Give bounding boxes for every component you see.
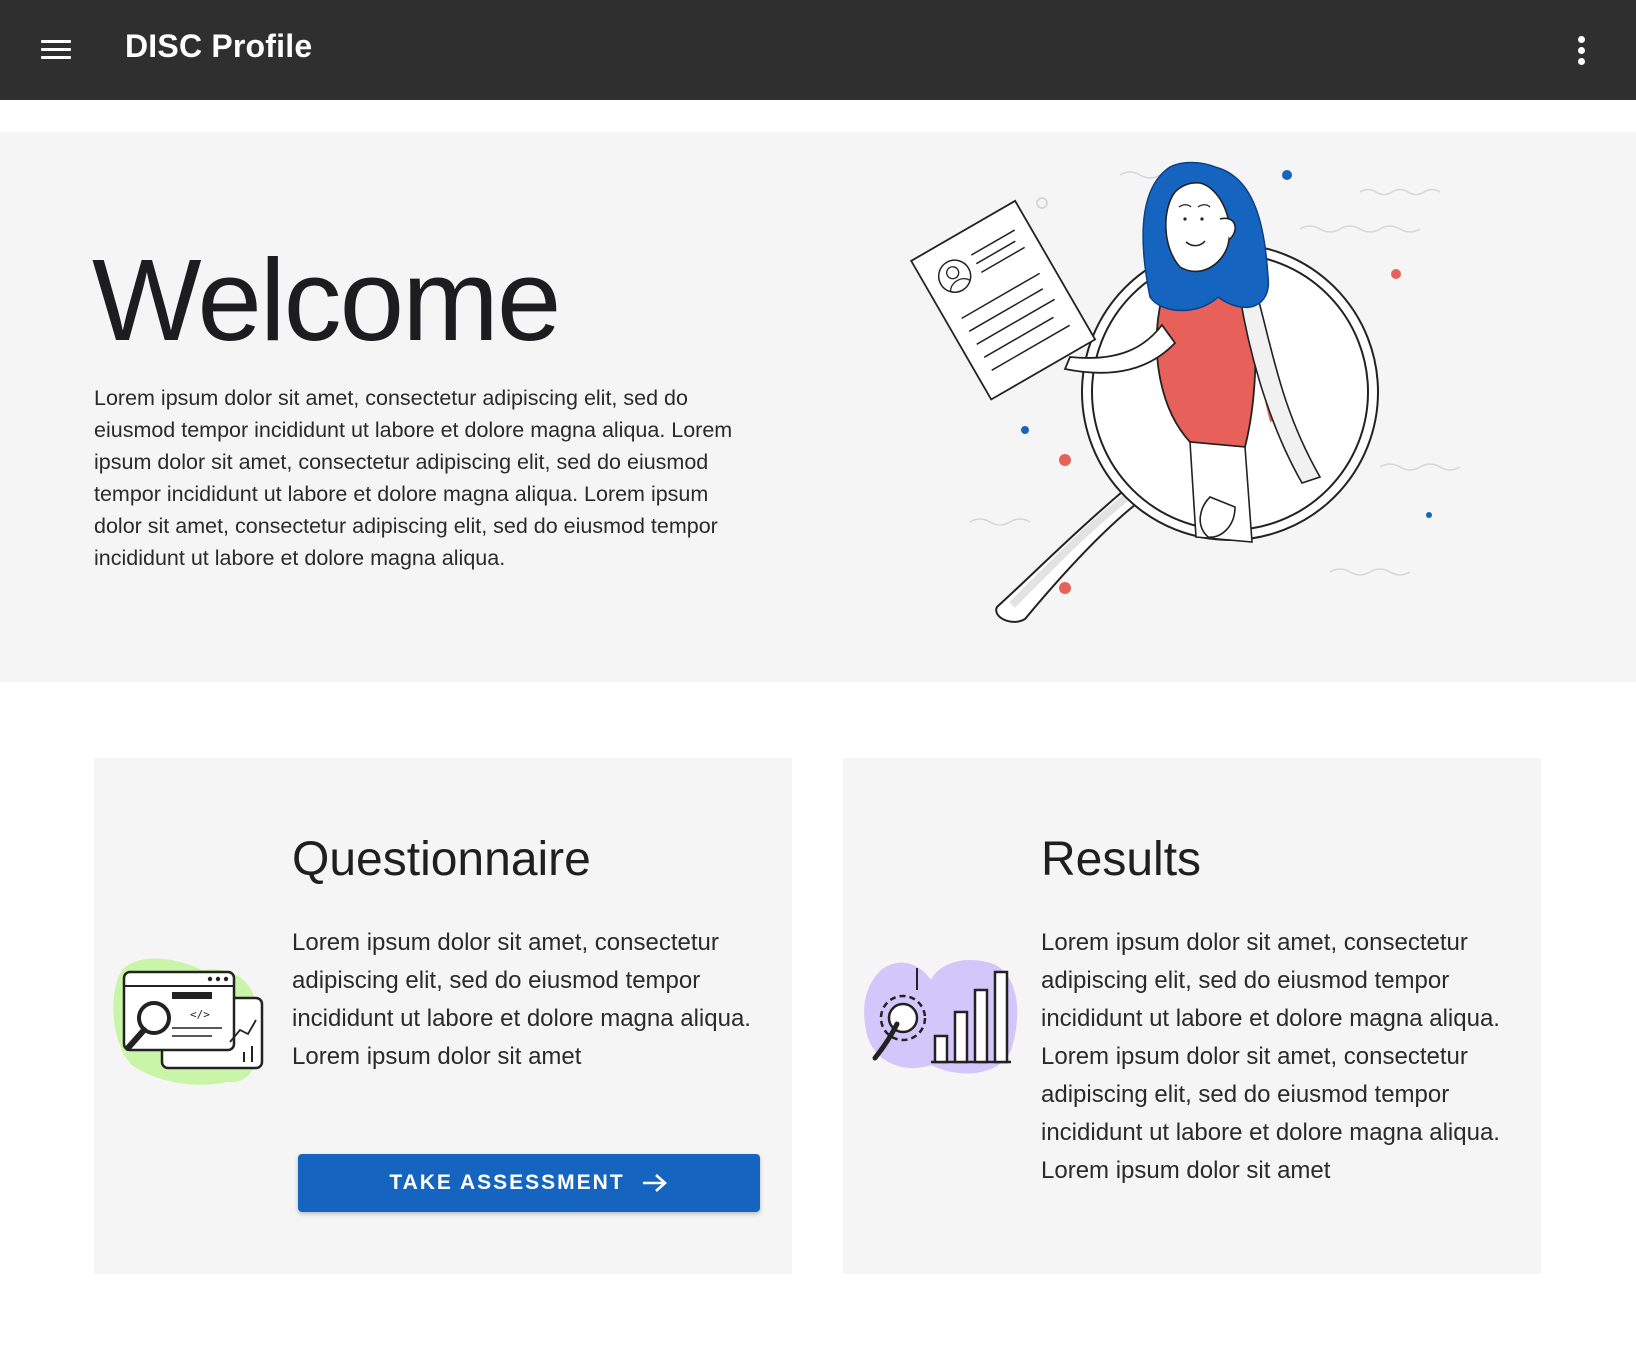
welcome-hero: Welcome Lorem ipsum dolor sit amet, cons… [0,132,1636,682]
browser-search-icon: </> [113,958,264,1085]
app-title: DISC Profile [125,28,313,64]
questionnaire-title: Questionnaire [292,833,591,886]
take-assessment-label: TAKE ASSESSMENT [389,1171,625,1194]
results-text: Lorem ipsum dolor sit amet, consectetur … [1041,929,1500,1184]
arrow-right-icon [642,1174,667,1192]
welcome-heading: Welcome [92,235,561,365]
take-assessment-button[interactable]: TAKE ASSESSMENT [298,1154,760,1212]
svg-text:</>: </> [190,1008,210,1021]
questionnaire-text: Lorem ipsum dolor sit amet, consectetur … [292,929,751,1070]
app-bar: DISC Profile [0,0,1636,100]
hamburger-menu-icon[interactable] [38,32,74,68]
results-title: Results [1041,833,1202,886]
welcome-text: Lorem ipsum dolor sit amet, consectetur … [94,386,733,570]
woman-holding-resume-illustration [909,161,1461,623]
results-card: Results Lorem ipsum dolor sit amet, cons… [843,758,1541,1274]
questionnaire-card: Questionnaire </> Lorem ipsum dolor sit … [94,758,792,1274]
more-vertical-icon[interactable] [1566,30,1596,70]
bar-chart-gear-icon [864,960,1018,1074]
